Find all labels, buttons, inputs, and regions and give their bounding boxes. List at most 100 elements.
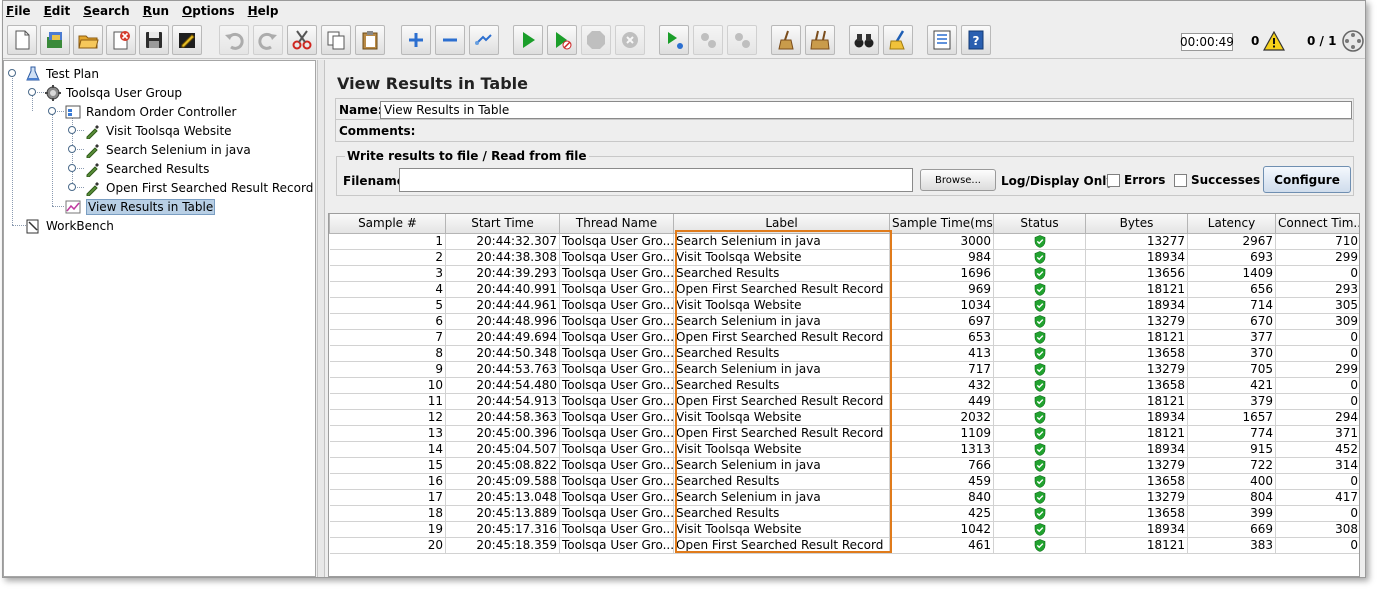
- table-row[interactable]: 12 20:44:58.363 Toolsqa User Gro... Visit T…: [329, 409, 1359, 426]
- search-button[interactable]: [849, 25, 879, 55]
- tree-expand-toggle[interactable]: [48, 107, 56, 115]
- configure-button[interactable]: Configure: [1263, 166, 1351, 193]
- start-no-pauses-button[interactable]: [547, 25, 577, 55]
- save-as-button[interactable]: [172, 25, 202, 55]
- tree-line: [52, 114, 53, 206]
- remote-shutdown-all-button[interactable]: [727, 25, 757, 55]
- cell-start-time: 20:45:13.048: [445, 489, 560, 506]
- reset-search-button[interactable]: [883, 25, 913, 55]
- start-button[interactable]: [513, 25, 543, 55]
- tree-expand-toggle[interactable]: [28, 88, 36, 96]
- tree-node-sampler[interactable]: Search Selenium in java: [84, 140, 251, 159]
- browse-button[interactable]: Browse...: [920, 169, 996, 191]
- cut-button[interactable]: [287, 25, 317, 55]
- save-button[interactable]: [139, 25, 169, 55]
- menu-help[interactable]: Help: [248, 4, 279, 18]
- column-header[interactable]: Label: [673, 214, 890, 234]
- table-row[interactable]: 19 20:45:17.316 Toolsqa User Gro... Visit T…: [329, 521, 1359, 538]
- split-pane-divider[interactable]: [317, 60, 325, 577]
- tree-expand-toggle[interactable]: [68, 164, 76, 172]
- table-row[interactable]: 8 20:44:50.348 Toolsqa User Gro... Searched…: [329, 345, 1359, 362]
- column-header[interactable]: Start Time: [445, 214, 560, 234]
- table-row[interactable]: 17 20:45:13.048 Toolsqa User Gro... Search …: [329, 489, 1359, 506]
- tree-expand-toggle[interactable]: [8, 69, 16, 77]
- clear-all-button[interactable]: [805, 25, 835, 55]
- menu-search[interactable]: Search: [83, 4, 129, 18]
- errors-checkbox[interactable]: [1107, 174, 1120, 187]
- shutdown-button[interactable]: [615, 25, 645, 55]
- remote-stop-all-button[interactable]: [693, 25, 723, 55]
- cell-latency: 804: [1187, 489, 1276, 506]
- column-header[interactable]: Thread Name: [559, 214, 674, 234]
- table-row[interactable]: 15 20:45:08.822 Toolsqa User Gro... Search …: [329, 457, 1359, 474]
- table-row[interactable]: 5 20:44:44.961 Toolsqa User Gro... Visit To…: [329, 297, 1359, 314]
- close-button[interactable]: [106, 25, 136, 55]
- table-row[interactable]: 16 20:45:09.588 Toolsqa User Gro... Searche…: [329, 473, 1359, 490]
- open-button[interactable]: [73, 25, 103, 55]
- success-shield-icon: [1034, 362, 1045, 376]
- tree-node-sampler[interactable]: Searched Results: [84, 159, 209, 178]
- table-row[interactable]: 10 20:44:54.480 Toolsqa User Gro... Searche…: [329, 377, 1359, 394]
- remote-start-all-button[interactable]: [659, 25, 689, 55]
- name-label: Name:: [339, 103, 383, 117]
- tree-node-controller[interactable]: Random Order Controller: [64, 102, 236, 121]
- table-row[interactable]: 20 20:45:18.359 Toolsqa User Gro... Open Fi…: [329, 537, 1359, 554]
- table-row[interactable]: 13 20:45:00.396 Toolsqa User Gro... Open Fi…: [329, 425, 1359, 442]
- cell-latency: 915: [1187, 441, 1276, 458]
- table-row[interactable]: 11 20:44:54.913 Toolsqa User Gro... Open Fi…: [329, 393, 1359, 410]
- comments-row[interactable]: Comments:: [335, 120, 1354, 142]
- templates-button[interactable]: [40, 25, 70, 55]
- clear-button[interactable]: [771, 25, 801, 55]
- tree-expand-toggle[interactable]: [68, 145, 76, 153]
- successes-checkbox[interactable]: [1174, 174, 1187, 187]
- cell-bytes: 13279: [1085, 361, 1188, 378]
- table-row[interactable]: 1 20:44:32.307 Toolsqa User Gro... Search S…: [329, 233, 1359, 250]
- name-input[interactable]: [380, 101, 1352, 119]
- new-button[interactable]: [7, 25, 37, 55]
- success-shield-icon: [1034, 314, 1045, 328]
- paste-button[interactable]: [355, 25, 385, 55]
- cell-status: [993, 233, 1086, 250]
- tree-node-thread-group[interactable]: Toolsqa User Group: [44, 83, 182, 102]
- cell-sample-number: 3: [329, 265, 446, 282]
- table-row[interactable]: 3 20:44:39.293 Toolsqa User Gro... Searched…: [329, 265, 1359, 282]
- cell-sample-time: 1696: [889, 265, 994, 282]
- menu-run[interactable]: Run: [143, 4, 169, 18]
- toggle-button[interactable]: [469, 25, 499, 55]
- expand-all-button[interactable]: [401, 25, 431, 55]
- tree-expand-toggle[interactable]: [68, 126, 76, 134]
- column-header[interactable]: Sample #: [329, 214, 446, 234]
- help-button[interactable]: ?: [961, 25, 991, 55]
- table-row[interactable]: 7 20:44:49.694 Toolsqa User Gro... Open Fir…: [329, 329, 1359, 346]
- table-row[interactable]: 6 20:44:48.996 Toolsqa User Gro... Search S…: [329, 313, 1359, 330]
- tree-node-label: View Results in Table: [86, 198, 216, 215]
- tree-node-sampler[interactable]: Visit Toolsqa Website: [84, 121, 232, 140]
- menu-file[interactable]: File: [6, 4, 31, 18]
- stop-button[interactable]: [581, 25, 611, 55]
- table-row[interactable]: 4 20:44:40.991 Toolsqa User Gro... Open Fir…: [329, 281, 1359, 298]
- table-row[interactable]: 9 20:44:53.763 Toolsqa User Gro... Search S…: [329, 361, 1359, 378]
- menu-edit[interactable]: Edit: [44, 4, 71, 18]
- undo-button[interactable]: [219, 25, 249, 55]
- collapse-all-button[interactable]: [435, 25, 465, 55]
- function-helper-button[interactable]: [927, 25, 957, 55]
- copy-button[interactable]: [321, 25, 351, 55]
- column-header[interactable]: Sample Time(ms): [889, 214, 994, 234]
- tree-node-test-plan[interactable]: Test Plan: [24, 64, 99, 83]
- column-header[interactable]: Bytes: [1085, 214, 1188, 234]
- table-row[interactable]: 18 20:45:13.889 Toolsqa User Gro... Searche…: [329, 505, 1359, 522]
- tree-expand-toggle[interactable]: [68, 183, 76, 191]
- tree-node-listener-selected[interactable]: View Results in Table: [64, 197, 216, 216]
- table-row[interactable]: 2 20:44:38.308 Toolsqa User Gro... Visit To…: [329, 249, 1359, 266]
- column-header[interactable]: Latency: [1187, 214, 1276, 234]
- menu-options[interactable]: Options: [182, 4, 235, 18]
- table-row[interactable]: 14 20:45:04.507 Toolsqa User Gro... Visit T…: [329, 441, 1359, 458]
- column-header[interactable]: Connect Tim...: [1275, 214, 1359, 234]
- column-header[interactable]: Status: [993, 214, 1086, 234]
- tree-node-sampler[interactable]: Open First Searched Result Record: [84, 178, 313, 197]
- success-shield-icon: [1034, 394, 1045, 408]
- filename-input[interactable]: [399, 168, 913, 192]
- warning-icon[interactable]: [1263, 31, 1285, 51]
- redo-button[interactable]: [253, 25, 283, 55]
- tree-node-workbench[interactable]: WorkBench: [24, 216, 114, 235]
